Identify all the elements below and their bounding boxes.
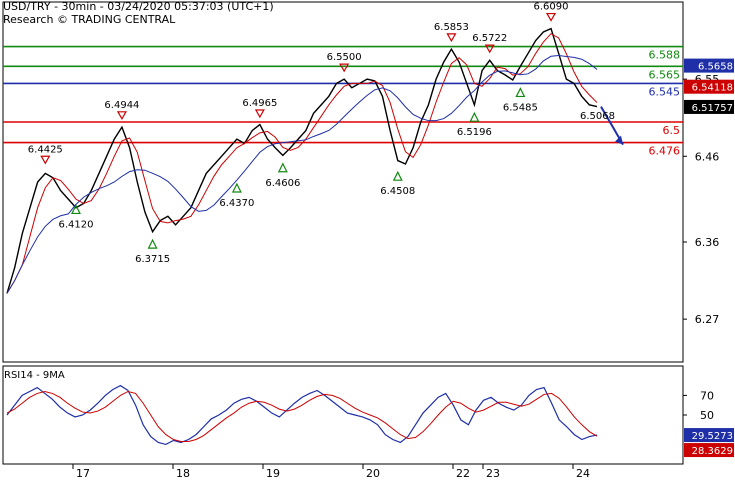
swing-high-label: 6.4944 <box>104 100 139 111</box>
current-price-label: 6.51757 <box>692 103 733 114</box>
swing-low-label: 6.5485 <box>503 102 538 113</box>
rsi-series <box>6 384 598 446</box>
swing-high-marker <box>116 111 127 121</box>
swing-high-label: 6.5853 <box>434 22 469 33</box>
swing-low-label: 6.3715 <box>135 254 170 265</box>
swing-high-marker <box>40 155 51 165</box>
price-tick-label: 6.46 <box>695 150 720 163</box>
swing-low-marker <box>515 87 526 98</box>
rsi-title: RSI14 - 9MA <box>4 370 65 381</box>
time-tick-label: 19 <box>266 467 280 480</box>
rsi-tick-label: 70 <box>700 389 714 402</box>
swing-high-label: 6.5722 <box>472 33 507 44</box>
time-tick-label: 24 <box>576 467 590 480</box>
swing-high-marker <box>446 33 457 43</box>
swing-high-label: 6.6090 <box>534 2 569 13</box>
chart: 6.556.466.366.2717 18 19 20 22 23 246.5886.565… <box>2 1 734 480</box>
swing-low-marker <box>392 170 403 181</box>
price-series <box>6 27 598 294</box>
swing-low-label: 6.5196 <box>457 127 492 138</box>
swing-low-label: 6.4606 <box>265 178 300 189</box>
level-label: 6.5 <box>663 124 681 137</box>
time-tick-label: 20 <box>366 467 380 480</box>
rsi-ma-series <box>6 390 598 442</box>
level-label: 6.565 <box>649 68 681 81</box>
rsi-panel-frame <box>2 365 684 465</box>
rsi-current-label: 29.5273 <box>692 431 733 442</box>
fast-ma-series <box>6 33 598 294</box>
price-tag-label: 6.5658 <box>698 62 733 73</box>
swing-low-marker <box>469 111 480 122</box>
price-tick-label: 6.27 <box>695 313 720 326</box>
swing-high-label: 6.4425 <box>28 144 63 155</box>
time-tick-label: 23 <box>486 467 500 480</box>
swing-high-label: 6.5500 <box>327 52 362 63</box>
swing-high-marker <box>339 63 350 73</box>
swing-low-label: 6.4370 <box>219 198 254 209</box>
swing-low-marker <box>147 238 158 249</box>
swing-low-marker <box>231 182 242 193</box>
time-tick-label: 22 <box>456 467 470 480</box>
swing-low-label: 6.4508 <box>380 186 415 197</box>
time-tick-label: 17 <box>76 467 90 480</box>
swing-low-label: 6.4120 <box>58 219 93 230</box>
swing-high-marker <box>254 109 265 119</box>
swing-low-marker <box>277 162 288 173</box>
swing-high-marker <box>545 12 557 22</box>
swing-high-label: 6.4965 <box>242 98 277 109</box>
level-label: 6.476 <box>649 145 681 158</box>
level-label: 6.588 <box>649 49 681 62</box>
time-tick-label: 18 <box>176 467 190 480</box>
slow-ma-series <box>6 55 598 294</box>
price-tick-label: 6.36 <box>695 236 720 249</box>
level-label: 6.545 <box>649 85 681 98</box>
target-label: 6.5068 <box>580 111 615 122</box>
price-tag-label: 6.54118 <box>692 83 733 94</box>
rsi-tick-label: 50 <box>700 409 714 422</box>
rsi-ma-label: 28.3629 <box>692 446 733 457</box>
